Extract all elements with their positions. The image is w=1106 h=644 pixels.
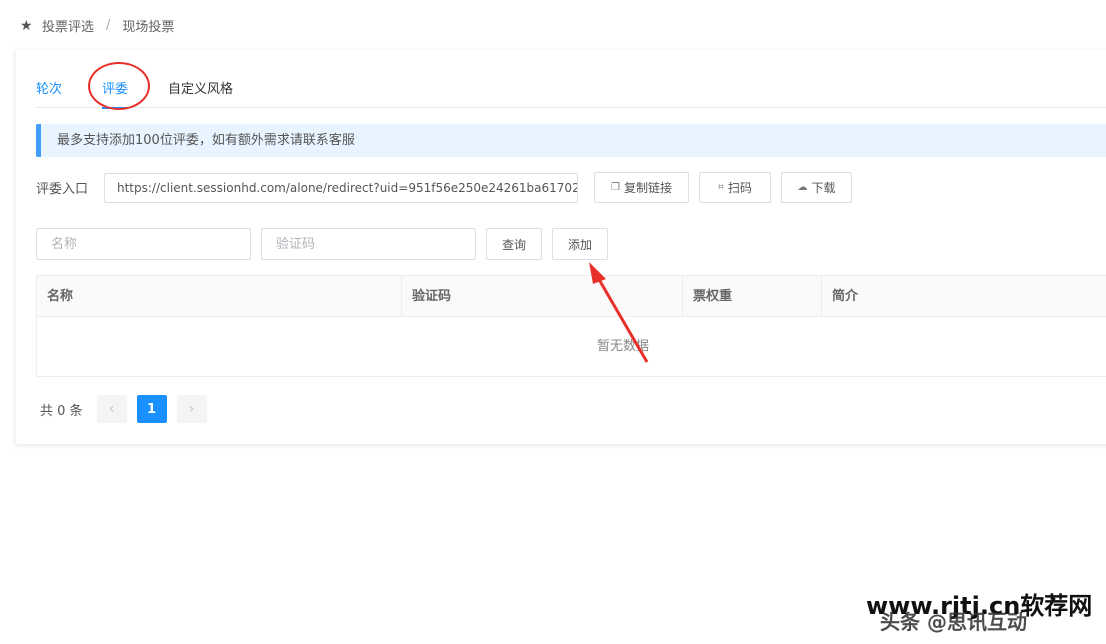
- prev-page-button[interactable]: ‹: [96, 395, 127, 423]
- next-page-button[interactable]: ›: [176, 395, 207, 423]
- tab-bar: 轮次 评委 自定义风格: [36, 78, 1106, 109]
- scan-code-button[interactable]: ⌗ 扫码: [699, 172, 771, 203]
- table-header: 名称 验证码 票权重 简介: [37, 276, 1106, 317]
- judge-entry-row: 评委入口 https://client.sessionhd.com/alone/…: [36, 172, 852, 203]
- scan-code-label: 扫码: [727, 181, 752, 195]
- copy-link-label: 复制链接: [623, 181, 672, 195]
- notice-banner: 最多支持添加100位评委，如有额外需求请联系客服: [36, 124, 1106, 157]
- add-judge-button[interactable]: 添加: [552, 228, 608, 260]
- total-count: 共 0 条: [40, 403, 83, 419]
- breadcrumb-separator: /: [106, 18, 111, 33]
- chevron-left-icon: ‹: [108, 401, 115, 417]
- star-icon: ★: [20, 17, 33, 34]
- tab-custom-style[interactable]: 自定义风格: [168, 78, 233, 108]
- search-row: 查询 添加: [36, 228, 608, 260]
- pagination: 共 0 条 ‹ 1 ›: [40, 395, 207, 423]
- empty-data-text: 暂无数据: [597, 339, 650, 354]
- judge-entry-label: 评委入口: [36, 182, 89, 197]
- judges-table: 名称 验证码 票权重 简介 暂无数据: [36, 275, 1106, 377]
- cloud-download-icon: ☁: [797, 182, 808, 193]
- download-button[interactable]: ☁ 下载: [781, 172, 852, 203]
- copy-link-button[interactable]: ❐ 复制链接: [594, 172, 689, 203]
- tab-rounds[interactable]: 轮次: [36, 78, 62, 108]
- column-header-intro: 简介: [832, 289, 859, 304]
- judge-entry-url-field[interactable]: https://client.sessionhd.com/alone/redir…: [104, 172, 578, 203]
- chevron-right-icon: ›: [188, 401, 195, 417]
- watermark-author: 头条 @思讯互动: [880, 610, 1027, 634]
- page-number-current[interactable]: 1: [136, 395, 167, 423]
- name-search-input[interactable]: [36, 228, 251, 260]
- scan-icon: ⌗: [718, 182, 724, 193]
- breadcrumb-item-live-vote: 现场投票: [122, 20, 175, 35]
- code-search-input[interactable]: [261, 228, 476, 260]
- query-button[interactable]: 查询: [486, 228, 542, 260]
- breadcrumb: ★ 投票评选 / 现场投票: [20, 16, 174, 35]
- column-header-name: 名称: [37, 276, 402, 316]
- column-header-code: 验证码: [402, 276, 683, 316]
- tab-judges[interactable]: 评委: [102, 78, 129, 109]
- copy-icon: ❐: [611, 182, 620, 193]
- column-header-weight: 票权重: [683, 276, 822, 316]
- content-card: 轮次 评委 自定义风格 最多支持添加100位评委，如有额外需求请联系客服 评委入…: [16, 50, 1106, 444]
- download-label: 下载: [811, 181, 836, 195]
- breadcrumb-item-vote-selection[interactable]: 投票评选: [42, 16, 94, 35]
